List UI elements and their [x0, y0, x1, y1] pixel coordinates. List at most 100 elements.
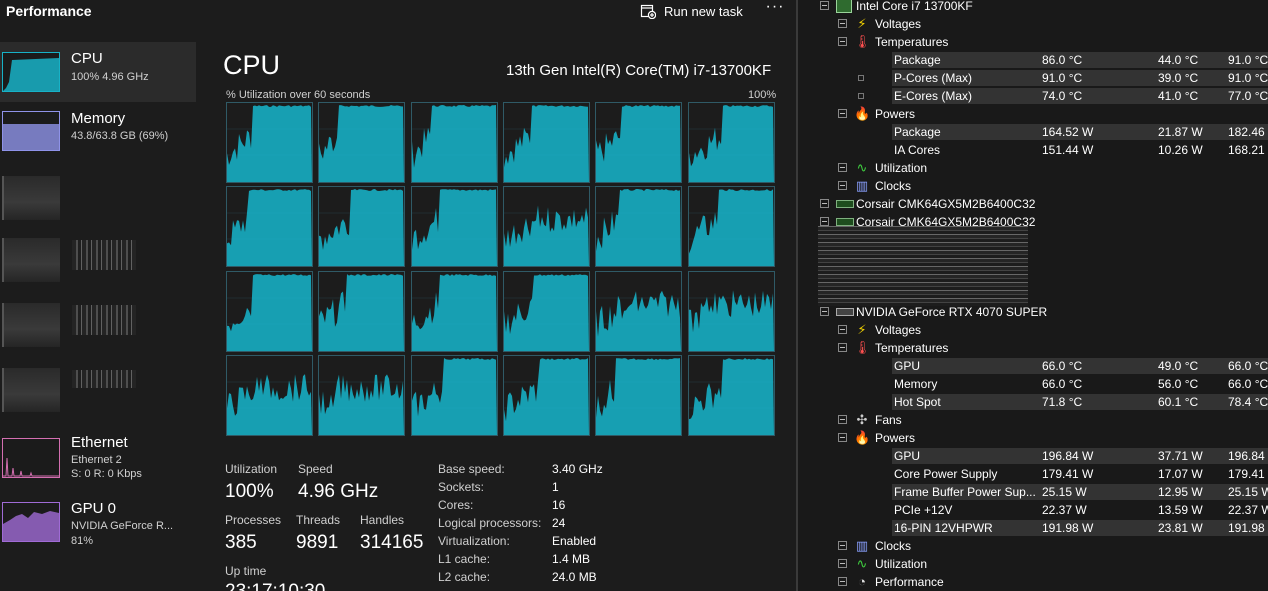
sensor-row[interactable]: Frame Buffer Power Sup... 25.15 W 12.95 W 2…: [798, 483, 1268, 501]
gpu-utilization-node[interactable]: ∿ Utilization: [798, 555, 1268, 573]
logical-processor-graph: [226, 354, 313, 436]
collapse-toggle-icon[interactable]: [820, 307, 829, 316]
fan-icon: ✣: [856, 412, 868, 427]
gpu-performance-node[interactable]: ◔ Performance: [798, 573, 1268, 591]
sidebar-item-sub: 43.8/63.8 GB (69%): [71, 130, 169, 142]
collapse-toggle-icon[interactable]: [838, 343, 847, 352]
voltage-icon: ⚡: [857, 322, 867, 337]
collapse-toggle-icon[interactable]: [838, 415, 847, 424]
detail-key: L1 cache:: [438, 552, 491, 566]
clocks-icon: ▥: [855, 178, 869, 193]
sensor-row[interactable]: Memory 66.0 °C 56.0 °C 66.0 °C: [798, 375, 1268, 393]
sensor-label: IA Cores: [894, 143, 941, 157]
thermometer-icon: 🌡: [854, 340, 871, 355]
sensor-row[interactable]: 16-PIN 12VHPWR 191.98 W 23.81 W 191.98 W: [798, 519, 1268, 537]
cpu-voltages-node[interactable]: ⚡ Voltages: [798, 15, 1268, 33]
threads-value: 9891: [296, 532, 339, 553]
collapse-toggle-icon[interactable]: [838, 433, 847, 442]
power-flame-icon: 🔥: [854, 430, 871, 445]
sidebar-item-memory[interactable]: Memory 43.8/63.8 GB (69%): [0, 102, 196, 162]
cpu-node[interactable]: Intel Core i7 13700KF: [798, 0, 1268, 15]
expand-node-icon[interactable]: [858, 75, 864, 81]
minimum-value: 23.81 W: [1158, 521, 1203, 535]
collapse-toggle-icon[interactable]: [820, 199, 829, 208]
sidebar-item-redacted[interactable]: [0, 360, 140, 418]
cpu-thumbnail-graph: [2, 52, 60, 92]
sidebar-item-sub: NVIDIA GeForce R...: [71, 520, 174, 532]
current-value: 66.0 °C: [1042, 377, 1083, 391]
sensor-label: P-Cores (Max): [894, 71, 973, 85]
detail-key: Virtualization:: [438, 534, 510, 548]
sidebar-item-redacted[interactable]: [0, 168, 140, 226]
cpu-utilization-node[interactable]: ∿ Utilization: [798, 159, 1268, 177]
minimum-value: 56.0 °C: [1158, 377, 1199, 391]
sensor-row[interactable]: GPU 66.0 °C 49.0 °C 66.0 °C: [798, 357, 1268, 375]
sensor-label: Utilization: [875, 557, 928, 571]
minimum-value: 21.87 W: [1158, 125, 1203, 139]
minimum-value: 49.0 °C: [1158, 359, 1199, 373]
sensor-row[interactable]: IA Cores 151.44 W 10.26 W 168.21 W: [798, 141, 1268, 159]
sidebar-item-ethernet[interactable]: Ethernet Ethernet 2 S: 0 R: 0 Kbps: [0, 430, 196, 490]
gpu-temperatures-node[interactable]: 🌡 Temperatures: [798, 339, 1268, 357]
sensor-row[interactable]: P-Cores (Max) 91.0 °C 39.0 °C 91.0 °C: [798, 69, 1268, 87]
sensor-row[interactable]: E-Cores (Max) 74.0 °C 41.0 °C 77.0 °C: [798, 87, 1268, 105]
sensor-row[interactable]: Package 86.0 °C 44.0 °C 91.0 °C: [798, 51, 1268, 69]
logical-processor-graph: [410, 270, 498, 352]
logical-processor-graph: [502, 354, 590, 436]
voltage-icon: ⚡: [857, 16, 867, 31]
logical-processor-graph: [687, 270, 775, 352]
sensor-row[interactable]: Core Power Supply 179.41 W 17.07 W 179.41 W: [798, 465, 1268, 483]
logical-processor-graph: [410, 102, 498, 183]
gpu-clocks-node[interactable]: ▥ Clocks: [798, 537, 1268, 555]
sensor-label: Voltages: [875, 17, 922, 31]
sidebar-item-redacted[interactable]: [0, 230, 140, 288]
collapse-toggle-icon[interactable]: [838, 541, 847, 550]
sensor-label: Core Power Supply: [894, 467, 998, 481]
sidebar-item-label: GPU 0: [71, 500, 117, 517]
cpu-clocks-node[interactable]: ▥ Clocks: [798, 177, 1268, 195]
sensor-row[interactable]: Package 164.52 W 21.87 W 182.46 W: [798, 123, 1268, 141]
gpu-fans-node[interactable]: ✣ Fans: [798, 411, 1268, 429]
collapse-toggle-icon[interactable]: [838, 181, 847, 190]
cpu-title: CPU: [223, 50, 281, 80]
cpu-powers-node[interactable]: 🔥 Powers: [798, 105, 1268, 123]
sensor-row[interactable]: Hot Spot 71.8 °C 60.1 °C 78.4 °C: [798, 393, 1268, 411]
maximum-value: 196.84 W: [1228, 449, 1268, 463]
collapse-toggle-icon[interactable]: [838, 19, 847, 28]
sidebar-item-gpu[interactable]: GPU 0 NVIDIA GeForce R... 81%: [0, 492, 196, 554]
ram-node[interactable]: Corsair CMK64GX5M2B6400C32: [798, 195, 1268, 213]
more-options-icon[interactable]: ···: [762, 0, 788, 20]
gpu-powers-node[interactable]: 🔥 Powers: [798, 429, 1268, 447]
sensor-label: Powers: [875, 107, 916, 121]
cpu-temperatures-node[interactable]: 🌡 Temperatures: [798, 33, 1268, 51]
current-value: 151.44 W: [1042, 143, 1094, 157]
collapse-toggle-icon[interactable]: [838, 577, 847, 586]
maximum-value: 91.0 °C: [1228, 53, 1268, 67]
gpu-voltages-node[interactable]: ⚡ Voltages: [798, 321, 1268, 339]
collapse-toggle-icon[interactable]: [820, 217, 829, 226]
logical-processor-graph: [318, 102, 406, 183]
run-new-task-button[interactable]: Run new task: [640, 1, 743, 21]
collapse-toggle-icon[interactable]: [820, 1, 829, 10]
handles-label: Handles: [360, 513, 405, 527]
sensor-row[interactable]: GPU 196.84 W 37.71 W 196.84 W: [798, 447, 1268, 465]
collapse-toggle-icon[interactable]: [838, 163, 847, 172]
collapse-toggle-icon[interactable]: [838, 325, 847, 334]
logical-processor-graph: [687, 186, 775, 268]
memory-module-icon: [836, 218, 854, 226]
sensor-row[interactable]: PCIe +12V 22.37 W 13.59 W 22.37 W: [798, 501, 1268, 519]
maximum-value: 78.4 °C: [1228, 395, 1268, 409]
sensor-label: Frame Buffer Power Sup...: [894, 485, 1036, 499]
expand-node-icon[interactable]: [858, 93, 864, 99]
maximum-value: 168.21 W: [1228, 143, 1268, 157]
detail-value: 16: [552, 498, 566, 512]
sensor-label: Clocks: [875, 179, 912, 193]
sidebar-item-redacted[interactable]: [0, 295, 140, 353]
collapse-toggle-icon[interactable]: [838, 559, 847, 568]
sensor-label: GPU: [894, 449, 921, 463]
collapse-toggle-icon[interactable]: [838, 109, 847, 118]
sidebar-item-cpu[interactable]: CPU 100% 4.96 GHz: [0, 42, 196, 102]
sensor-label: Temperatures: [875, 35, 949, 49]
sidebar-item-sub: 100% 4.96 GHz: [71, 71, 149, 83]
collapse-toggle-icon[interactable]: [838, 37, 847, 46]
